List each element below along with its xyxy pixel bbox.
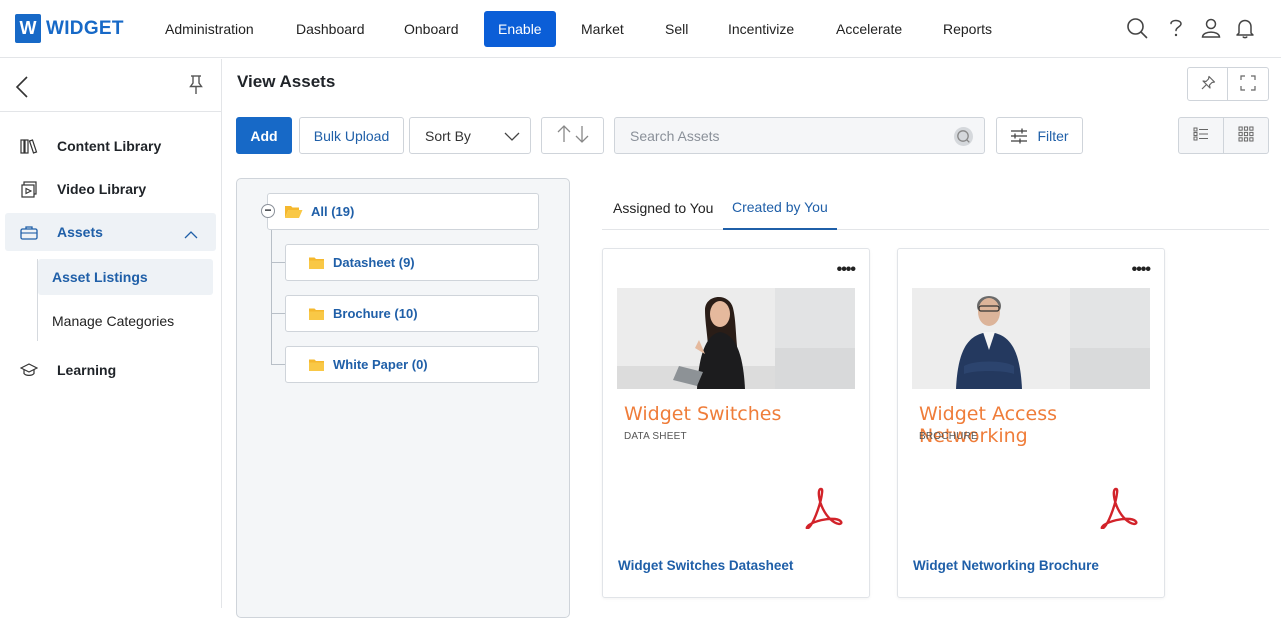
notification-bell-icon[interactable] (1233, 16, 1257, 40)
tab-assigned-to-you[interactable]: Assigned to You (613, 186, 713, 230)
sidebar-item-label: Assets (57, 224, 103, 240)
nav-dashboard[interactable]: Dashboard (286, 11, 375, 47)
sidebar-item-learning[interactable]: Learning (5, 351, 216, 389)
pdf-icon (1098, 487, 1138, 530)
tree-node-brochure[interactable]: Brochure (10) (285, 295, 539, 332)
sidebar-item-assets[interactable]: Assets (5, 213, 216, 251)
asset-title: Widget Switches (624, 403, 782, 425)
sort-arrows-icon (555, 124, 591, 147)
sidebar-item-video-library[interactable]: Video Library (5, 170, 216, 208)
sidebar-header (0, 59, 221, 112)
sidebar-item-label: Learning (57, 362, 117, 378)
sidebar-item-label: Video Library (57, 181, 147, 197)
asset-thumbnail (912, 288, 1150, 389)
filter-button[interactable]: Filter (996, 117, 1083, 154)
nav-sell[interactable]: Sell (655, 11, 698, 47)
chevron-up-icon[interactable] (184, 226, 198, 242)
pin-icon (1200, 75, 1216, 94)
sort-by-dropdown[interactable]: Sort By (409, 117, 531, 154)
tree-node-label: White Paper (0) (333, 357, 428, 372)
list-view-icon (1193, 127, 1209, 144)
logo-text: WIDGET (46, 17, 124, 39)
tree-node-label: All (19) (311, 204, 355, 219)
tree-connector (271, 364, 285, 365)
pin-icon[interactable] (187, 74, 205, 101)
folder-icon (308, 256, 325, 270)
chevron-down-icon (504, 129, 520, 145)
top-navigation-bar: W WIDGET Administration Dashboard Onboar… (0, 0, 1281, 58)
asset-thumbnail (617, 288, 855, 389)
more-options-icon[interactable]: •••• (837, 262, 856, 278)
tree-node-white-paper[interactable]: White Paper (0) (285, 346, 539, 383)
nav-onboard[interactable]: Onboard (394, 11, 468, 47)
search-icon[interactable] (953, 126, 974, 152)
filter-sliders-icon (1010, 128, 1028, 144)
search-input[interactable] (615, 118, 935, 153)
nav-accelerate[interactable]: Accelerate (826, 11, 912, 47)
collapse-tree-icon[interactable]: − (261, 204, 275, 218)
nav-incentivize[interactable]: Incentivize (718, 11, 804, 47)
logo-mark: W (15, 14, 41, 43)
tab-created-by-you[interactable]: Created by You (723, 186, 837, 230)
user-icon[interactable] (1199, 16, 1223, 40)
nav-enable[interactable]: Enable (484, 11, 556, 47)
pin-view-button[interactable] (1187, 67, 1228, 101)
sort-by-label: Sort By (425, 127, 471, 144)
tree-node-all[interactable]: All (19) (267, 193, 539, 230)
search-icon[interactable] (1125, 16, 1149, 40)
video-icon (17, 180, 41, 198)
bulk-upload-button[interactable]: Bulk Upload (299, 117, 404, 154)
sidebar: Content Library Video Library Assets Ass… (0, 59, 222, 608)
filter-label: Filter (1037, 127, 1069, 144)
help-icon[interactable] (1164, 16, 1188, 40)
nav-market[interactable]: Market (571, 11, 634, 47)
nav-administration[interactable]: Administration (155, 11, 264, 47)
asset-type: DATA SHEET (624, 431, 687, 442)
folder-icon (308, 358, 325, 372)
list-view-button[interactable] (1178, 117, 1224, 154)
tree-node-label: Datasheet (9) (333, 255, 415, 270)
nav-reports[interactable]: Reports (933, 11, 1002, 47)
grid-view-button[interactable] (1223, 117, 1269, 154)
sort-order-toggle[interactable] (541, 117, 604, 154)
tree-connector (271, 262, 285, 263)
fullscreen-button[interactable] (1227, 67, 1269, 101)
sidebar-item-label: Content Library (57, 138, 162, 154)
books-icon (17, 138, 41, 154)
page-title: View Assets (237, 72, 336, 91)
graduation-cap-icon (17, 363, 41, 377)
briefcase-icon (17, 225, 41, 240)
expand-icon (1240, 74, 1256, 94)
grid-view-icon (1238, 126, 1254, 145)
sidebar-item-content-library[interactable]: Content Library (5, 127, 216, 165)
asset-card[interactable]: •••• Widget Switches DATA SHEET Widget S… (602, 248, 870, 598)
collapse-sidebar-icon[interactable] (14, 75, 30, 104)
search-box (614, 117, 985, 154)
tree-connector (271, 313, 285, 314)
asset-tabs: Assigned to You Created by You (602, 186, 1269, 230)
add-button[interactable]: Add (236, 117, 292, 154)
sidebar-subitem-asset-listings[interactable]: Asset Listings (38, 259, 213, 295)
asset-card[interactable]: •••• Widget Access Networking BROCHURE W… (897, 248, 1165, 598)
folder-open-icon (284, 204, 303, 219)
asset-link[interactable]: Widget Switches Datasheet (618, 558, 793, 573)
logo[interactable]: W WIDGET (15, 13, 124, 44)
tree-connector (271, 229, 272, 364)
tree-node-datasheet[interactable]: Datasheet (9) (285, 244, 539, 281)
asset-type: BROCHURE (919, 431, 978, 442)
folder-icon (308, 307, 325, 321)
asset-link[interactable]: Widget Networking Brochure (913, 558, 1099, 573)
more-options-icon[interactable]: •••• (1132, 262, 1151, 278)
pdf-icon (803, 487, 843, 530)
tree-node-label: Brochure (10) (333, 306, 418, 321)
sidebar-subitem-manage-categories[interactable]: Manage Categories (38, 303, 213, 339)
